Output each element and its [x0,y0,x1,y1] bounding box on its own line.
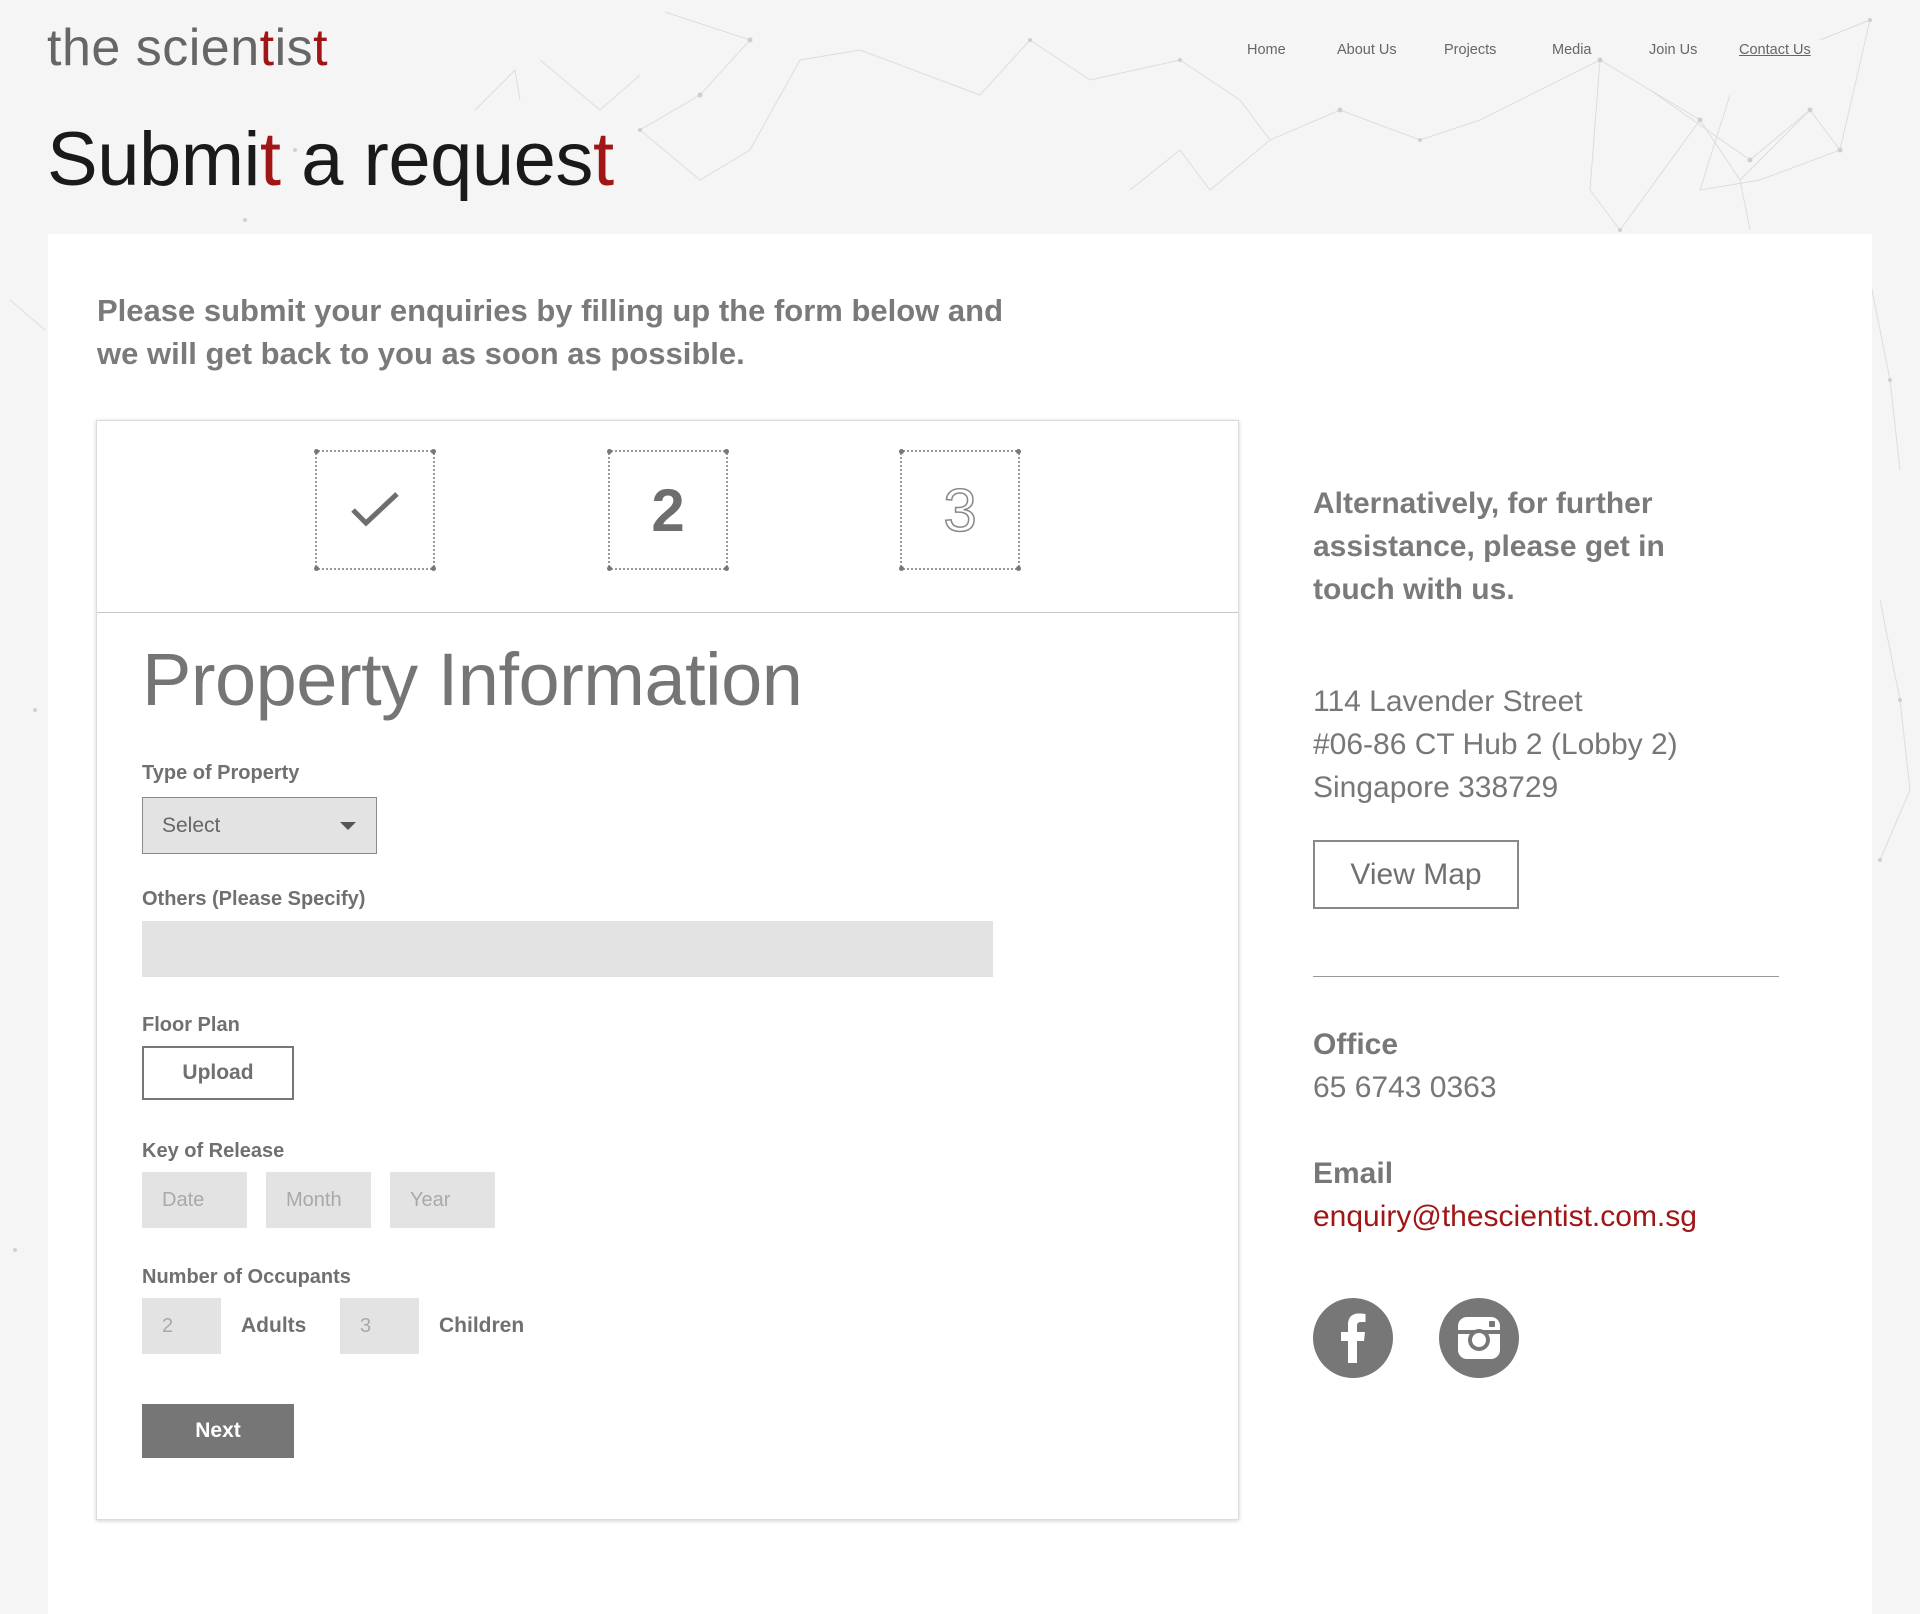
release-month-field[interactable]: Month [266,1172,371,1228]
adults-label: Adults [241,1314,307,1337]
upload-button[interactable]: Upload [142,1046,294,1100]
title-text-2: a reques [280,117,593,202]
children-input[interactable]: 3 [340,1298,419,1354]
occupants-label: Number of Occupants [142,1266,351,1288]
content-panel: Please submit your enquiries by filling … [48,234,1872,1614]
contact-intro: Alternatively, for further assistance, p… [1313,487,1665,606]
divider [1313,976,1779,977]
title-text-1: Submi [47,117,260,202]
chevron-down-icon [340,822,356,830]
next-button[interactable]: Next [142,1404,294,1458]
title-accent-2: t [592,117,614,202]
adults-input[interactable]: 2 [142,1298,221,1354]
others-label: Others (Please Specify) [142,888,366,910]
release-date-field[interactable]: Date [142,1172,247,1228]
nav-media[interactable]: Media [1552,42,1592,58]
address-line-2: #06-86 CT Hub 2 (Lobby 2) [1313,728,1678,761]
email-label: Email [1313,1157,1394,1190]
address-line-1: 114 Lavender Street [1313,685,1583,718]
facebook-icon [1341,1313,1366,1363]
address-line-3: Singapore 338729 [1313,771,1559,804]
view-map-button[interactable]: View Map [1313,840,1519,909]
step-1-completed[interactable] [314,449,436,571]
type-of-property-label: Type of Property [142,762,300,784]
intro-text: Please submit your enquiries by filling … [97,293,1004,371]
others-input[interactable] [142,921,993,977]
children-label: Children [439,1314,525,1337]
floor-plan-label: Floor Plan [142,1014,240,1036]
release-year-field[interactable]: Year [390,1172,495,1228]
select-value: Select [162,814,221,837]
step-2-number: 2 [651,476,685,544]
page-title: Submit a request [47,122,614,198]
main-nav: Home About Us Projects Media Join Us Con… [0,42,1920,62]
office-phone: 65 6743 0363 [1313,1071,1497,1104]
nav-home[interactable]: Home [1247,42,1286,58]
step-2-current[interactable]: 2 [607,449,729,571]
nav-join-us[interactable]: Join Us [1649,42,1697,58]
step-3-upcoming[interactable]: 3 [899,449,1021,571]
instagram-button[interactable] [1439,1298,1519,1378]
section-title: Property Information [142,638,803,721]
address: 114 Lavender Street #06-86 CT Hub 2 (Lob… [1313,680,1678,809]
nav-about-us[interactable]: About Us [1337,42,1397,58]
facebook-button[interactable] [1313,1298,1393,1378]
nav-contact-us[interactable]: Contact Us [1739,42,1811,58]
step-3-number: 3 [943,476,978,545]
key-of-release-label: Key of Release [142,1140,285,1162]
form-steps: 2 3 [97,421,1238,613]
title-accent-1: t [259,117,281,202]
type-of-property-select[interactable]: Select [142,797,377,854]
email-link[interactable]: enquiry@thescientist.com.sg [1313,1200,1697,1234]
instagram-icon [1458,1317,1500,1359]
office-label: Office [1313,1028,1399,1061]
check-icon [351,492,399,527]
request-form-card: 2 3 Property Information Type of Propert… [96,420,1239,1520]
nav-projects[interactable]: Projects [1444,42,1496,58]
